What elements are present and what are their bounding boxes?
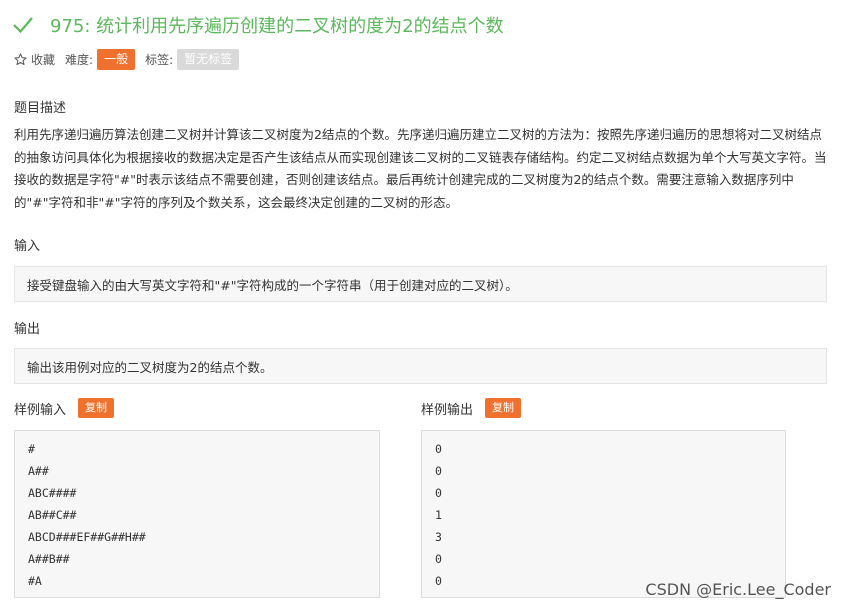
copy-input-button[interactable]: 复制 <box>78 398 115 418</box>
code-line: 0 <box>435 552 442 566</box>
watermark: CSDN @Eric.Lee_Coder <box>645 580 831 599</box>
output-heading: 输出 <box>14 322 41 337</box>
sample-output-header: 样例输出 复制 <box>421 398 522 418</box>
sample-input-heading: 样例输入 <box>14 402 67 418</box>
meta-row: 收藏 难度: 一般 标签: 暂无标签 <box>14 49 240 70</box>
input-text: 接受键盘输入的由大写英文字符和"#"字符构成的一个字符串（用于创建对应的二叉树）… <box>27 277 518 293</box>
code-line: 0 <box>435 442 442 456</box>
code-line: ABCD###EF##G##H## <box>28 530 146 544</box>
description-heading: 题目描述 <box>14 101 67 116</box>
title-row: 975: 统计利用先序遍历创建的二叉树的度为2的结点个数 <box>12 10 504 40</box>
input-panel: 接受键盘输入的由大写英文字符和"#"字符构成的一个字符串（用于创建对应的二叉树）… <box>14 266 827 302</box>
code-line: A##B## <box>28 552 70 566</box>
code-line: 1 <box>435 508 442 522</box>
code-line: 0 <box>435 464 442 478</box>
difficulty-label: 难度: <box>65 53 94 67</box>
code-line: #A <box>28 574 42 588</box>
sample-output-box[interactable]: 0 0 0 1 3 0 0 <box>421 430 786 598</box>
code-line: # <box>28 442 35 456</box>
sample-input-box[interactable]: # A## ABC#### AB##C## ABCD###EF##G##H## … <box>14 430 380 598</box>
code-line: A## <box>28 464 49 478</box>
code-line: 0 <box>435 486 442 500</box>
code-line: ABC#### <box>28 486 77 500</box>
star-icon[interactable] <box>14 53 27 66</box>
input-heading: 输入 <box>14 239 41 254</box>
check-icon <box>13 17 33 34</box>
sample-output-heading: 样例输出 <box>421 402 474 418</box>
tags-badge: 暂无标签 <box>177 49 240 70</box>
sample-input-header: 样例输入 复制 <box>14 398 115 418</box>
code-line: 3 <box>435 530 442 544</box>
output-panel: 输出该用例对应的二叉树度为2的结点个数。 <box>14 348 827 384</box>
description-text: 利用先序递归遍历算法创建二叉树并计算该二叉树度为2结点的个数。先序递归遍历建立二… <box>14 127 827 210</box>
copy-output-button[interactable]: 复制 <box>485 398 522 418</box>
output-text: 输出该用例对应的二叉树度为2的结点个数。 <box>27 359 273 375</box>
code-line: AB##C## <box>28 508 77 522</box>
problem-title: 975: 统计利用先序遍历创建的二叉树的度为2的结点个数 <box>50 16 504 37</box>
difficulty-badge: 一般 <box>97 49 136 70</box>
favorite-link[interactable]: 收藏 <box>31 51 55 68</box>
tags-label: 标签: <box>145 53 174 67</box>
